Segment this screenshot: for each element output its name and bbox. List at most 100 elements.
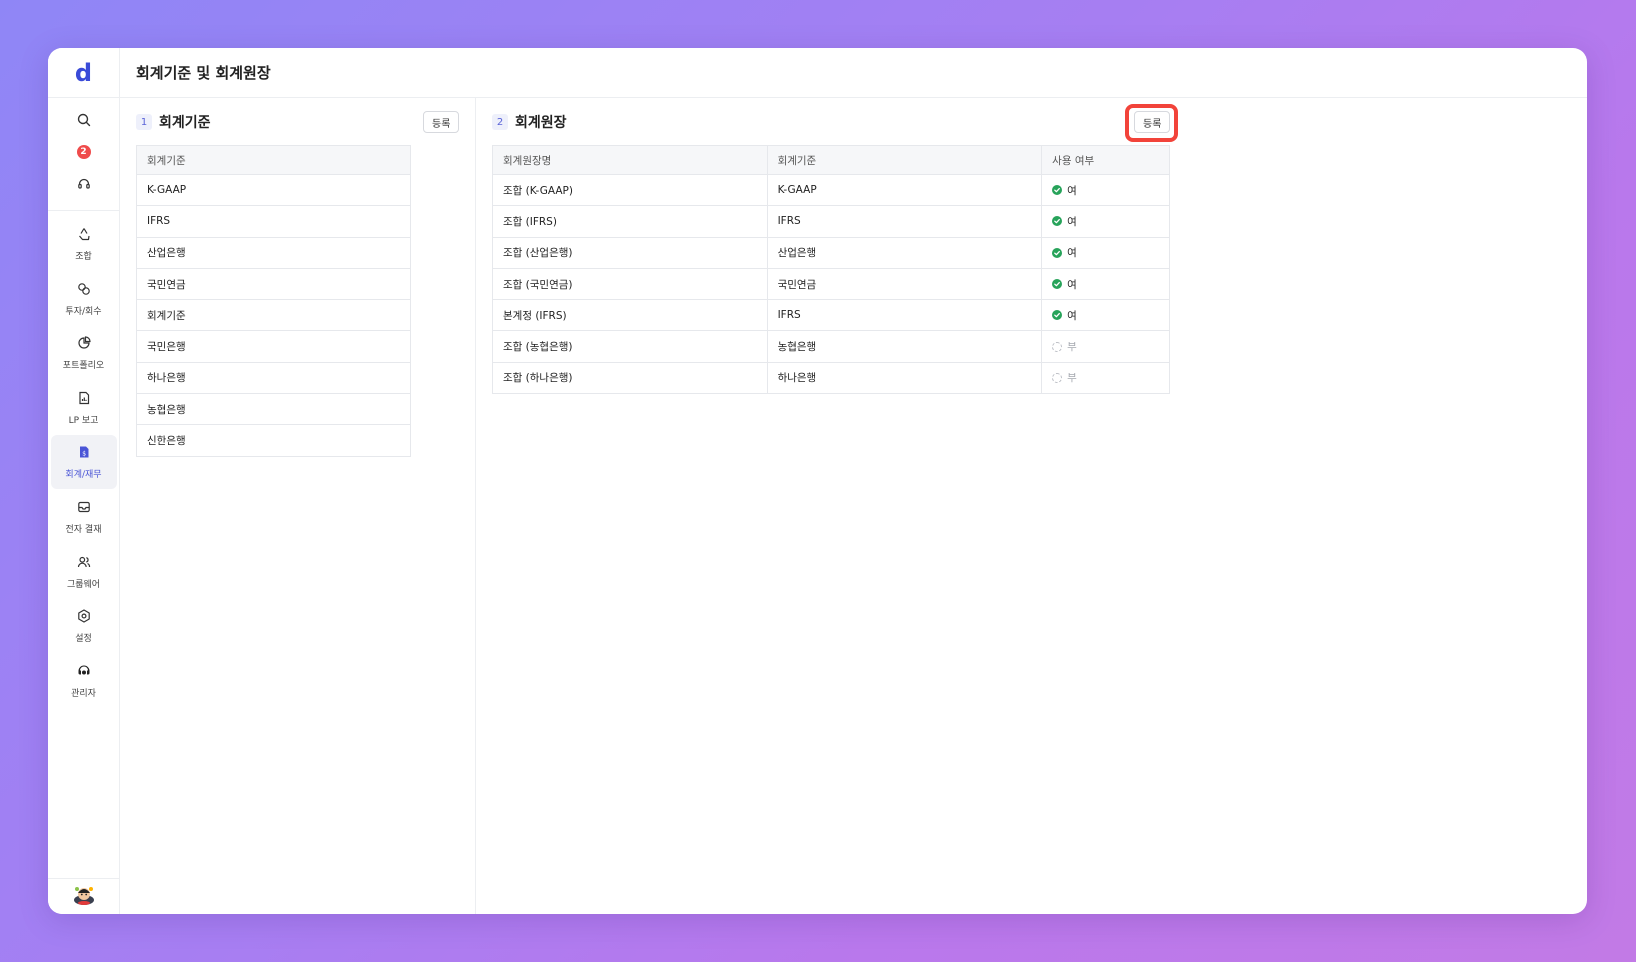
user-profile[interactable]	[48, 878, 120, 914]
table-row[interactable]: 조합 (하나은행) 하나은행 부	[492, 361, 1170, 395]
table-header-row: 회계원장명 회계기준 사용 여부	[492, 145, 1170, 175]
table-row[interactable]: 하나은행	[136, 361, 411, 395]
section-number: 2	[492, 114, 508, 130]
table-row[interactable]: 조합 (K-GAAP) K-GAAP 여	[492, 173, 1170, 207]
inbox-icon	[77, 499, 91, 518]
column-header-standard[interactable]: 회계기준	[766, 145, 1043, 175]
svg-text:$: $	[82, 451, 86, 458]
check-circle-icon	[1052, 247, 1063, 258]
ledger-standard-cell: IFRS	[766, 205, 1043, 238]
table-row[interactable]: 신한은행	[136, 424, 411, 457]
notification-button[interactable]: 2	[72, 140, 96, 164]
status-badge: 부	[1052, 339, 1169, 354]
table-row[interactable]: 조합 (산업은행) 산업은행 여	[492, 236, 1170, 269]
sidebar-utilities: 2	[48, 98, 119, 211]
report-icon	[77, 390, 91, 409]
standard-name-cell: IFRS	[136, 205, 411, 238]
settings-icon	[77, 608, 91, 627]
notification-badge: 2	[76, 145, 91, 159]
sidebar-item-groupware[interactable]: 그룹웨어	[51, 545, 117, 599]
sidebar-item-label: 전자 결재	[65, 524, 102, 535]
status-badge: 부	[1052, 370, 1169, 385]
ledger-name-cell: 조합 (농협은행)	[492, 330, 768, 363]
status-badge: 여	[1052, 214, 1169, 229]
inactive-circle-icon	[1052, 341, 1063, 352]
users-icon	[77, 554, 91, 573]
headset-icon[interactable]	[72, 172, 96, 196]
ledger-name-cell: 본계정 (IFRS)	[492, 299, 768, 332]
sidebar: d 2 조합 투자/회수 포트폴리오 LP 보고 $ 회계/재무 전자 결재 그…	[48, 48, 120, 914]
standard-name-cell: 국민연금	[136, 267, 411, 301]
pie-chart-icon	[77, 335, 91, 354]
standard-name-cell: 회계기준	[136, 299, 411, 332]
sidebar-item-label: LP 보고	[68, 415, 99, 426]
sidebar-item-lp-report[interactable]: LP 보고	[51, 381, 117, 435]
register-standard-button[interactable]: 등록	[423, 111, 460, 133]
inactive-circle-icon	[1052, 372, 1063, 383]
ledger-name-cell: 조합 (하나은행)	[492, 361, 768, 395]
sidebar-item-investment[interactable]: 투자/회수	[51, 272, 117, 326]
table-row[interactable]: 조합 (IFRS) IFRS 여	[492, 205, 1170, 238]
table-row[interactable]: 산업은행	[136, 236, 411, 269]
register-ledger-button[interactable]: 등록	[1134, 111, 1171, 133]
sidebar-item-settings[interactable]: 설정	[51, 599, 117, 653]
section-title: 회계기준	[159, 115, 211, 131]
table-row[interactable]: 본계정 (IFRS) IFRS 여	[492, 299, 1170, 332]
ledger-section-header: 2 회계원장	[492, 110, 567, 134]
table-row[interactable]: 조합 (농협은행) 농협은행 부	[492, 330, 1170, 363]
ledger-standard-cell: 농협은행	[766, 330, 1043, 363]
status-badge: 여	[1052, 183, 1169, 198]
standard-name-cell: K-GAAP	[136, 173, 411, 207]
status-label: 부	[1067, 341, 1077, 354]
sidebar-item-label: 포트폴리오	[62, 361, 105, 372]
sidebar-item-admin[interactable]: 관리자	[51, 654, 117, 708]
ledger-name-cell: 조합 (K-GAAP)	[492, 173, 768, 207]
coins-icon	[77, 281, 91, 300]
ledger-standard-cell: K-GAAP	[766, 173, 1043, 207]
status-label: 여	[1067, 309, 1077, 322]
ledger-name-cell: 조합 (산업은행)	[492, 236, 768, 269]
table-row[interactable]: 조합 (국민연금) 국민연금 여	[492, 267, 1170, 301]
usage-status-cell: 여	[1041, 299, 1170, 332]
section-title: 회계원장	[515, 115, 567, 131]
table-row[interactable]: 국민은행	[136, 330, 411, 363]
sidebar-item-fund[interactable]: 조합	[51, 217, 117, 271]
ledger-name-cell: 조합 (국민연금)	[492, 267, 768, 301]
table-header-row: 회계기준	[136, 145, 411, 175]
sidebar-item-label: 조합	[75, 252, 92, 262]
app-window: d 2 조합 투자/회수 포트폴리오 LP 보고 $ 회계/재무 전자 결재 그…	[48, 48, 1587, 914]
check-circle-icon	[1052, 185, 1063, 196]
usage-status-cell: 부	[1041, 330, 1170, 363]
standards-table-body: K-GAAP IFRS 산업은행 국민연금 회계기준 국민은행 하나은행 농협은행 신한은행	[136, 173, 411, 457]
sidebar-item-portfolio[interactable]: 포트폴리오	[51, 326, 117, 380]
check-circle-icon	[1052, 279, 1063, 290]
ledger-panel: 2 회계원장 등록 회계원장명 회계기준 사용 여부 조합 (K-GAAP) K-…	[476, 98, 1587, 914]
column-header-standard[interactable]: 회계기준	[136, 145, 411, 175]
table-row[interactable]: 국민연금	[136, 267, 411, 301]
avatar[interactable]	[72, 883, 96, 911]
sidebar-item-accounting[interactable]: $ 회계/재무	[50, 435, 117, 490]
table-row[interactable]: 회계기준	[136, 299, 411, 332]
usage-status-cell: 여	[1041, 236, 1170, 269]
usage-status-cell: 여	[1041, 267, 1170, 301]
app-logo[interactable]: d	[48, 48, 119, 98]
standard-name-cell: 신한은행	[136, 424, 411, 457]
search-icon[interactable]	[72, 108, 96, 132]
ledger-standard-cell: IFRS	[766, 299, 1043, 332]
table-row[interactable]: IFRS	[136, 205, 411, 238]
table-row[interactable]: 농협은행	[136, 393, 411, 426]
recycle-icon	[77, 226, 91, 245]
standard-name-cell: 국민은행	[136, 330, 411, 363]
sidebar-item-label: 설정	[75, 634, 92, 645]
column-header-ledger-name[interactable]: 회계원장명	[492, 145, 768, 175]
sidebar-item-label: 관리자	[71, 688, 96, 699]
check-circle-icon	[1052, 216, 1063, 227]
standard-name-cell: 산업은행	[136, 236, 411, 269]
table-row[interactable]: K-GAAP	[136, 173, 411, 207]
admin-icon	[77, 663, 91, 682]
column-header-usage[interactable]: 사용 여부	[1041, 145, 1170, 175]
check-circle-icon	[1052, 310, 1063, 321]
standards-table: 회계기준 K-GAAP IFRS 산업은행 국민연금 회계기준 국민은행 하나은행 농협은행 신…	[136, 145, 411, 457]
standards-section-header: 1 회계기준	[136, 110, 211, 134]
sidebar-item-e-approval[interactable]: 전자 결재	[51, 490, 117, 544]
